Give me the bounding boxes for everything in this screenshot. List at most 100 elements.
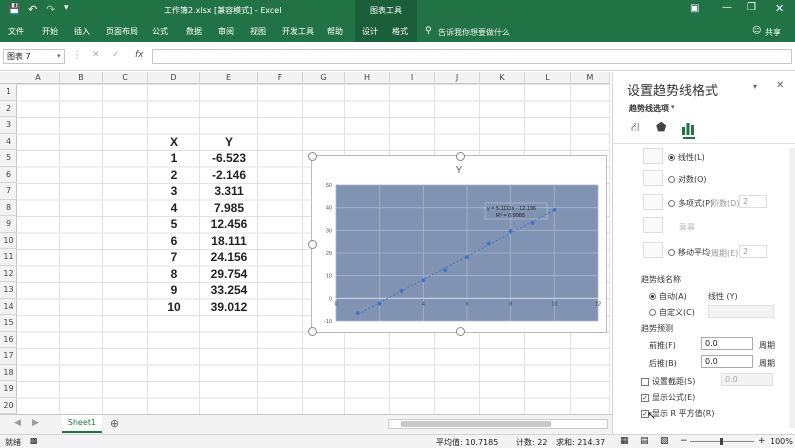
x-value-cell[interactable]: 6 xyxy=(148,233,200,249)
next-sheet-icon[interactable]: ▶ xyxy=(32,418,39,428)
tab-help[interactable]: 帮助 xyxy=(327,21,343,42)
y-value-cell[interactable]: -6.523 xyxy=(200,150,258,166)
row-header-12[interactable]: 12 xyxy=(0,266,17,282)
save-icon[interactable]: 💾 xyxy=(8,4,20,15)
name-box[interactable]: 图表 7 xyxy=(3,49,65,64)
zoom-in-icon[interactable]: + xyxy=(758,436,766,446)
custom-name-input[interactable] xyxy=(708,305,774,318)
custom-name-radio[interactable] xyxy=(649,309,656,316)
trendline-r2[interactable]: R² = 0.9985 xyxy=(496,213,525,219)
prev-sheet-icon[interactable]: ◀ xyxy=(14,418,21,428)
column-header-j[interactable]: J xyxy=(435,72,480,84)
y-value-cell[interactable]: 12.456 xyxy=(200,216,258,232)
row-header-15[interactable]: 15 xyxy=(0,315,17,332)
ribbon-display-icon[interactable]: ▣ xyxy=(690,3,699,14)
column-header-e[interactable]: E xyxy=(200,72,258,84)
zoom-slider-thumb[interactable] xyxy=(720,438,723,445)
tab-home[interactable]: 开始 xyxy=(42,21,58,42)
y-value-cell[interactable]: 39.012 xyxy=(200,299,258,315)
column-header-d[interactable]: D xyxy=(148,72,200,84)
backward-input[interactable]: 0.0 xyxy=(701,355,753,368)
row-header-17[interactable]: 17 xyxy=(0,348,17,365)
column-header-k[interactable]: K xyxy=(480,72,525,84)
row-header-6[interactable]: 6 xyxy=(0,167,17,183)
pane-scrollbar[interactable] xyxy=(789,148,795,428)
resize-handle-bl[interactable] xyxy=(308,327,317,336)
tab-file[interactable]: 文件 xyxy=(8,21,24,42)
show-equation-checkbox[interactable]: ✓ xyxy=(641,393,649,402)
undo-icon[interactable]: ↶ xyxy=(28,3,37,16)
effects-icon[interactable]: ⬟ xyxy=(656,120,666,134)
page-layout-view-icon[interactable]: ▤ xyxy=(640,436,649,446)
option-auto-name[interactable]: 自动(A) xyxy=(649,291,687,302)
row-header-13[interactable]: 13 xyxy=(0,282,17,299)
trendline-options-dropdown-icon[interactable]: ▾ xyxy=(671,103,675,111)
y-value-cell[interactable]: 18.111 xyxy=(200,233,258,249)
trendline-options-icon[interactable] xyxy=(681,122,695,135)
tab-design[interactable]: 设计 xyxy=(362,21,378,42)
resize-handle-tl[interactable] xyxy=(308,152,317,161)
pane-options-icon[interactable]: ▾ xyxy=(753,82,757,91)
resize-handle-b[interactable] xyxy=(456,327,465,336)
macro-record-icon[interactable]: ▩ xyxy=(30,436,38,445)
column-header-a[interactable]: A xyxy=(17,72,60,84)
zoom-out-icon[interactable]: − xyxy=(680,436,688,446)
moving-avg-radio[interactable] xyxy=(668,249,675,256)
row-header-16[interactable]: 16 xyxy=(0,332,17,348)
row-header-8[interactable]: 8 xyxy=(0,200,17,216)
row-header-9[interactable]: 9 xyxy=(0,216,17,233)
row-header-1[interactable]: 1 xyxy=(0,84,17,101)
redo-icon[interactable]: ↷ xyxy=(46,3,55,16)
chart-title[interactable]: Y xyxy=(456,165,463,176)
row-header-10[interactable]: 10 xyxy=(0,233,17,249)
normal-view-icon[interactable]: ▦ xyxy=(620,436,629,446)
row-header-4[interactable]: 4 xyxy=(0,134,17,150)
cancel-icon[interactable]: ✕ xyxy=(92,50,100,60)
column-header-g[interactable]: G xyxy=(303,72,345,84)
row-header-14[interactable]: 14 xyxy=(0,299,17,315)
pane-close-icon[interactable]: ✕ xyxy=(776,80,784,91)
x-value-cell[interactable]: 8 xyxy=(148,266,200,282)
column-header-f[interactable]: F xyxy=(258,72,303,84)
fill-line-icon[interactable]: ⛙ xyxy=(631,120,639,136)
tab-view[interactable]: 视图 xyxy=(250,21,266,42)
column-header-m[interactable]: M xyxy=(571,72,610,84)
log-radio[interactable] xyxy=(668,176,675,183)
x-value-cell[interactable]: 9 xyxy=(148,282,200,298)
tab-review[interactable]: 审阅 xyxy=(218,21,234,42)
name-box-dropdown-icon[interactable]: ▾ xyxy=(57,52,61,60)
row-header-7[interactable]: 7 xyxy=(0,183,17,200)
intercept-checkbox[interactable] xyxy=(641,377,649,386)
forward-input[interactable]: 0.0 xyxy=(701,337,753,350)
y-value-cell[interactable]: 33.254 xyxy=(200,282,258,298)
formula-input[interactable] xyxy=(152,49,792,64)
tab-format[interactable]: 格式 xyxy=(392,21,408,42)
option-poly[interactable]: 多项式(P) xyxy=(668,198,713,209)
tell-me-search[interactable]: 告诉我你想要做什么 xyxy=(438,27,510,38)
option-linear[interactable]: 线性(L) xyxy=(668,152,705,163)
x-value-cell[interactable]: 4 xyxy=(148,200,200,216)
y-value-cell[interactable]: 3.311 xyxy=(200,183,258,199)
option-moving-avg[interactable]: 移动平均 xyxy=(668,247,710,258)
tab-page-layout[interactable]: 页面布局 xyxy=(106,21,138,42)
column-header-b[interactable]: B xyxy=(60,72,103,84)
option-show-equation[interactable]: ✓ 显示公式(E) xyxy=(641,392,695,403)
share-button[interactable]: 共享 xyxy=(765,27,781,38)
intercept-input[interactable]: 0.0 xyxy=(721,373,773,386)
header-x-cell[interactable]: X xyxy=(148,134,200,150)
minimize-icon[interactable]: — xyxy=(722,2,732,13)
auto-name-radio[interactable] xyxy=(649,293,656,300)
customize-toolbar-icon[interactable]: ▾ xyxy=(64,3,69,13)
row-header-11[interactable]: 11 xyxy=(0,249,17,266)
share-icon[interactable]: ☺ xyxy=(752,26,761,36)
column-header-c[interactable]: C xyxy=(103,72,148,84)
column-header-l[interactable]: L xyxy=(525,72,571,84)
y-value-cell[interactable]: -2.146 xyxy=(200,167,258,183)
row-header-19[interactable]: 19 xyxy=(0,381,17,398)
row-header-18[interactable]: 18 xyxy=(0,365,17,381)
y-value-cell[interactable]: 24.156 xyxy=(200,249,258,265)
trendline-equation[interactable]: y = 5.1111x - 12.196 xyxy=(487,206,536,212)
horizontal-scroll-thumb[interactable] xyxy=(401,421,551,427)
poly-radio[interactable] xyxy=(668,200,675,207)
x-value-cell[interactable]: 1 xyxy=(148,150,200,166)
